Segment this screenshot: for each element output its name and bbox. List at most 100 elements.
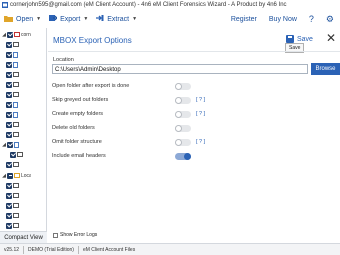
menu-bar: Open ▼ Export ▼ Extract ▼ Register Buy N…	[0, 10, 340, 28]
tree-item-label: cornerjohn595@gmail.com	[21, 31, 31, 38]
edition-text: DEMO (Trial Edition)	[28, 246, 74, 253]
tree-item[interactable]	[6, 50, 18, 59]
tree-item[interactable]	[6, 160, 19, 169]
status-bar: v25.12 DEMO (Trial Edition) eM Client Ac…	[0, 243, 340, 255]
tree-item[interactable]: ◢	[2, 140, 19, 149]
location-input[interactable]: C:\Users\Admin\Desktop	[52, 64, 308, 74]
tree-item[interactable]	[6, 70, 19, 79]
tree-item[interactable]	[6, 40, 19, 49]
tree-account-row[interactable]: ◢ cornerjohn595@gmail.com	[2, 30, 31, 39]
tree-checkbox[interactable]	[6, 121, 12, 128]
mail-icon	[13, 92, 19, 97]
tree-checkbox[interactable]	[7, 141, 13, 148]
extract-menu-button[interactable]: Extract ▼	[92, 10, 141, 28]
tree-checkbox[interactable]	[6, 71, 12, 78]
tree-item[interactable]	[6, 191, 19, 200]
buy-now-button[interactable]: Buy Now	[263, 16, 303, 23]
tree-checkbox[interactable]	[6, 61, 12, 68]
chevron-down-icon: ▼	[36, 16, 42, 22]
mail-icon	[14, 32, 20, 37]
settings-icon[interactable]: ⚙	[320, 14, 340, 25]
tree-checkbox[interactable]	[6, 91, 12, 98]
tree-checkbox[interactable]	[6, 81, 12, 88]
tree-checkbox[interactable]	[6, 101, 12, 108]
option-delete-old-toggle[interactable]	[175, 125, 191, 132]
tree-local-folders-row[interactable]: ◢ Local Folders	[2, 171, 31, 180]
tree-item[interactable]	[6, 110, 18, 119]
help-icon[interactable]: ?	[303, 14, 320, 24]
mail-icon	[17, 152, 23, 157]
mail-icon	[13, 203, 19, 208]
tree-item[interactable]	[6, 130, 19, 139]
export-options-panel: MBOX Export Options Save Save ✕ Location…	[48, 28, 340, 243]
option-include-headers-toggle[interactable]	[175, 153, 191, 160]
option-open-folder-toggle[interactable]	[175, 83, 191, 90]
option-skip-greyed-toggle[interactable]	[175, 97, 191, 104]
tree-checkbox[interactable]	[6, 212, 12, 219]
tree-item[interactable]	[6, 100, 18, 109]
help-link[interactable]: [ ? ]	[196, 110, 205, 119]
show-error-logs-checkbox[interactable]	[53, 232, 58, 238]
mail-icon	[13, 223, 19, 228]
tree-item[interactable]	[6, 120, 19, 129]
close-icon[interactable]: ✕	[324, 31, 338, 45]
show-error-logs-label: Show Error Logs	[60, 232, 98, 238]
mail-icon	[13, 42, 19, 47]
tree-item-label: Local Folders	[21, 172, 31, 179]
option-omit-structure-toggle[interactable]	[175, 139, 191, 146]
export-menu-button[interactable]: Export ▼	[45, 10, 92, 28]
app-logo-icon	[2, 2, 8, 8]
mail-icon	[13, 82, 19, 87]
option-skip-greyed-label: Skip greyed out folders	[52, 97, 109, 103]
compact-view-button[interactable]: Compact View	[0, 231, 47, 243]
divider	[48, 51, 340, 52]
collapse-icon[interactable]: ◢	[2, 173, 6, 179]
browse-button[interactable]: Browse	[311, 63, 340, 75]
tree-item[interactable]	[6, 201, 19, 210]
tree-checkbox[interactable]	[10, 151, 16, 158]
option-delete-old-label: Delete old folders	[52, 125, 95, 131]
tree-checkbox[interactable]	[6, 131, 12, 138]
collapse-icon[interactable]: ◢	[2, 142, 6, 148]
tree-item[interactable]	[6, 221, 19, 230]
tree-checkbox[interactable]	[6, 182, 12, 189]
help-link[interactable]: [ ? ]	[196, 96, 205, 105]
tree-checkbox[interactable]	[7, 172, 13, 179]
tree-item[interactable]	[6, 80, 19, 89]
tree-checkbox[interactable]	[6, 202, 12, 209]
tree-checkbox[interactable]	[6, 192, 12, 199]
title-bar: cornerjohn595@gmail.com (eM Client Accou…	[0, 0, 340, 10]
help-link[interactable]: [ ? ]	[196, 138, 205, 147]
calendar-icon	[13, 51, 18, 58]
tree-item[interactable]	[6, 90, 19, 99]
register-button[interactable]: Register	[225, 16, 263, 23]
save-icon	[286, 35, 294, 43]
mail-icon	[13, 183, 19, 188]
folder-icon	[14, 141, 19, 148]
option-create-empty-toggle[interactable]	[175, 111, 191, 118]
open-menu-button[interactable]: Open ▼	[0, 10, 45, 28]
tree-checkbox[interactable]	[6, 111, 12, 118]
tree-checkbox[interactable]	[6, 51, 12, 58]
option-create-empty-label: Create empty folders	[52, 111, 104, 117]
tree-checkbox[interactable]	[6, 41, 12, 48]
tree-item[interactable]	[6, 211, 19, 220]
save-button-label: Save	[297, 35, 313, 43]
show-error-logs[interactable]: Show Error Logs	[53, 232, 97, 238]
tree-item[interactable]	[10, 150, 23, 159]
tree-checkbox[interactable]	[6, 222, 12, 229]
tree-item[interactable]	[6, 181, 19, 190]
notes-icon	[13, 101, 18, 108]
collapse-icon[interactable]: ◢	[2, 32, 6, 38]
folder-tree-sidebar: ◢ cornerjohn595@gmail.com	[0, 28, 47, 243]
folder-icon	[4, 15, 13, 24]
tree-checkbox[interactable]	[6, 161, 12, 168]
tree-checkbox[interactable]	[7, 31, 13, 38]
option-omit-structure-label: Omit folder structure	[52, 139, 102, 145]
version-text: v25.12	[4, 246, 20, 253]
open-menu-label: Open	[16, 15, 34, 23]
location-label: Location	[53, 57, 74, 63]
tree-item[interactable]	[6, 60, 18, 69]
tasks-icon	[13, 111, 18, 118]
chevron-down-icon: ▼	[132, 16, 138, 22]
